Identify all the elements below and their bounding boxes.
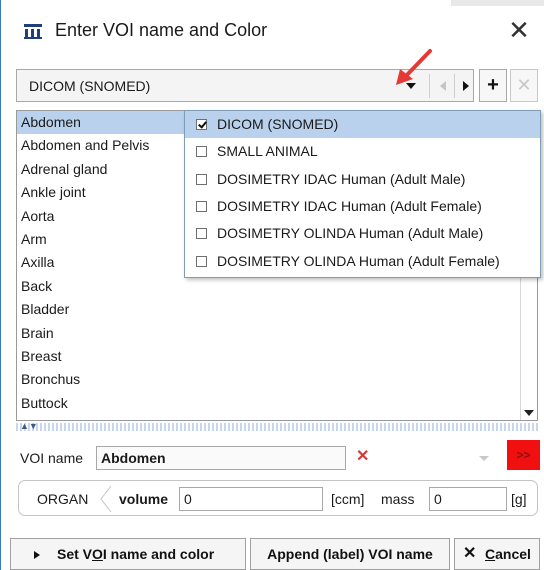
triangle-down-icon[interactable]	[476, 450, 492, 466]
set-label-mnemonic: O	[92, 546, 103, 562]
mass-unit: [g]	[511, 491, 527, 507]
pmod-app-icon	[24, 24, 42, 39]
triangle-right-icon	[34, 551, 40, 559]
close-icon: ✕	[463, 545, 477, 562]
dropdown-option[interactable]: DOSIMETRY OLINDA Human (Adult Female)	[185, 248, 540, 275]
split-pane-divider[interactable]	[16, 423, 538, 431]
set-label-pre: Set V	[57, 546, 93, 562]
list-item[interactable]: Brain	[17, 322, 517, 345]
triangle-left-icon[interactable]	[437, 79, 449, 93]
add-scheme-button[interactable]: +	[479, 69, 507, 102]
dropdown-option-label: DOSIMETRY OLINDA Human (Adult Female)	[217, 252, 500, 269]
clear-name-icon[interactable]: ✕	[356, 446, 369, 466]
dropdown-option[interactable]: DOSIMETRY OLINDA Human (Adult Male)	[185, 220, 540, 247]
mass-input[interactable]: 0	[429, 487, 507, 511]
volume-unit: [ccm]	[331, 491, 365, 507]
combo-separator	[454, 74, 455, 98]
checkbox-icon	[196, 146, 207, 158]
window-border	[0, 0, 1, 570]
scroll-down-icon[interactable]	[524, 409, 534, 417]
dropdown-option[interactable]: SMALL ANIMAL	[185, 138, 540, 165]
scheme-dropdown-popup[interactable]: DICOM (SNOMED) SMALL ANIMAL DOSIMETRY IDAC…	[184, 110, 541, 278]
list-item[interactable]: Breast	[17, 345, 517, 368]
dropdown-option-label: DICOM (SNOMED)	[217, 116, 339, 132]
splitter-arrows-icon[interactable]: ▲▼	[20, 421, 38, 431]
cancel-label-post: ancel	[495, 546, 531, 562]
dropdown-option-label: DOSIMETRY OLINDA Human (Adult Male)	[217, 225, 484, 242]
cancel-button[interactable]: ✕ Cancel	[454, 538, 540, 570]
dropdown-option-label: DOSIMETRY IDAC Human (Adult Female)	[217, 197, 482, 214]
red-arrow-annotation	[396, 49, 432, 85]
voi-dialog: Enter VOI name and Color ✕ DICOM (SNOMED…	[0, 0, 544, 570]
remove-scheme-button[interactable]: ✕	[510, 69, 538, 102]
dialog-title: Enter VOI name and Color	[55, 20, 268, 40]
dropdown-option[interactable]: DOSIMETRY IDAC Human (Adult Male)	[185, 166, 540, 193]
dropdown-option-label: SMALL ANIMAL	[217, 143, 318, 160]
dropdown-option[interactable]: DICOM (SNOMED)	[185, 111, 540, 138]
volume-input[interactable]: 0	[179, 487, 323, 511]
mass-label: mass	[381, 491, 415, 507]
checkbox-icon	[196, 173, 207, 185]
voi-color-button[interactable]: >>	[507, 440, 540, 470]
dropdown-option[interactable]: DOSIMETRY IDAC Human (Adult Female)	[185, 193, 540, 220]
checkbox-icon	[196, 255, 207, 267]
cancel-label-mnemonic: C	[485, 546, 496, 562]
checkbox-icon	[196, 200, 207, 212]
list-item[interactable]: Buttock	[17, 392, 517, 415]
voi-name-label: VOI name	[20, 450, 84, 466]
volume-label: volume	[119, 491, 169, 507]
list-item[interactable]: Bronchus	[17, 368, 517, 391]
chevron-left-icon	[100, 485, 112, 513]
list-item[interactable]: Bladder	[17, 298, 517, 321]
set-voi-name-button[interactable]: Set VOI name and color	[10, 538, 246, 570]
checkbox-icon	[196, 119, 207, 130]
organ-properties: ORGAN volume 0 [ccm] mass 0 [g]	[18, 480, 538, 516]
combo-selected-value: DICOM (SNOMED)	[29, 78, 151, 94]
voi-name-input[interactable]: Abdomen	[96, 446, 346, 470]
title-bar: Enter VOI name and Color ✕	[1, 0, 544, 64]
checkbox-icon	[196, 228, 207, 240]
set-label-post: I name and color	[102, 546, 215, 562]
close-icon[interactable]: ✕	[505, 16, 533, 44]
list-item[interactable]: Back	[17, 275, 517, 298]
triangle-right-icon[interactable]	[460, 79, 472, 93]
titlebar-edge	[451, 0, 544, 6]
dropdown-option-label: DOSIMETRY IDAC Human (Adult Male)	[217, 170, 466, 187]
organ-label: ORGAN	[37, 491, 89, 507]
append-voi-name-button[interactable]: Append (label) VOI name	[250, 538, 450, 570]
